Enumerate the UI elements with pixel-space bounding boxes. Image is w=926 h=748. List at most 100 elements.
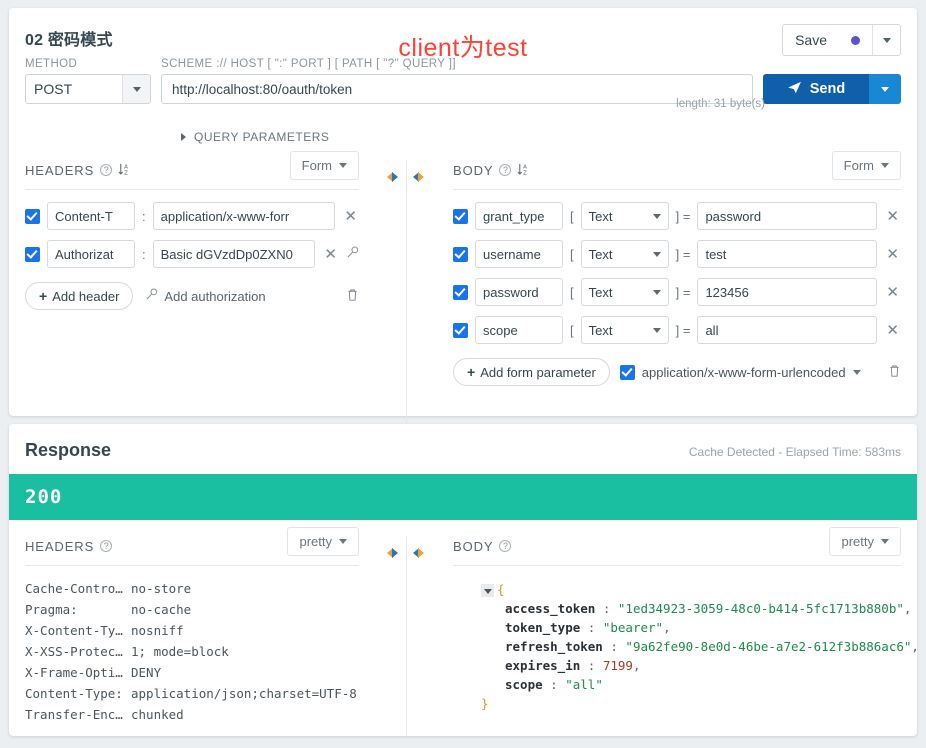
chevron-down-icon xyxy=(882,37,891,43)
delete-headers-icon[interactable] xyxy=(346,288,359,305)
save-button[interactable]: Save xyxy=(783,25,872,55)
send-dropdown-button[interactable] xyxy=(869,74,901,104)
body-value-input[interactable]: all xyxy=(697,316,878,344)
header-value-input[interactable]: application/x-www-forr xyxy=(152,202,336,230)
collapse-right-icon[interactable] xyxy=(413,170,425,184)
body-row-checkbox[interactable] xyxy=(453,284,468,300)
collapse-left-icon[interactable] xyxy=(387,170,399,184)
body-title: BODY xyxy=(453,162,494,178)
authorization-key-icon[interactable] xyxy=(346,246,359,262)
request-header: 02 密码模式 client为test Save xyxy=(9,8,917,62)
remove-body-param-icon[interactable]: ✕ xyxy=(884,283,901,301)
response-body-format-dropdown[interactable]: pretty xyxy=(829,527,901,556)
json-value: "bearer" xyxy=(602,620,664,635)
app-root: 02 密码模式 client为test Save METHOD POST SCH… xyxy=(0,8,926,748)
add-authorization-button[interactable]: Add authorization xyxy=(145,288,266,304)
mime-type-label: application/x-www-form-urlencoded xyxy=(641,364,846,380)
url-input[interactable]: http://localhost:80/oauth/token xyxy=(161,74,753,104)
table-row: password [ Text ] = 123456 ✕ xyxy=(453,278,901,306)
body-key-input[interactable]: username xyxy=(475,240,563,268)
mime-type-selector[interactable]: application/x-www-form-urlencoded xyxy=(619,364,861,380)
header-key-input[interactable]: Content-T xyxy=(47,202,135,230)
remove-body-param-icon[interactable]: ✕ xyxy=(884,321,901,339)
save-label: Save xyxy=(795,32,827,48)
collapse-left-icon[interactable] xyxy=(387,546,399,560)
table-row: username [ Text ] = test ✕ xyxy=(453,240,901,268)
json-comma: , xyxy=(911,639,917,654)
body-key-input[interactable]: scope xyxy=(475,316,563,344)
json-open-line: { xyxy=(471,580,901,599)
request-body-pane: BODY ? A Z Form grant_type [Text] = pa… xyxy=(437,151,917,386)
list-item: X-XSS-Protec… 1; mode=block xyxy=(25,643,359,660)
header-value-input[interactable]: Basic dGVzdDp0ZXN0 xyxy=(152,240,316,268)
help-icon[interactable]: ? xyxy=(100,164,113,176)
method-select[interactable]: POST xyxy=(25,74,151,104)
body-type-select[interactable]: Text xyxy=(580,240,669,268)
headers-title: HEADERS xyxy=(25,162,95,178)
header-separator: : xyxy=(142,208,146,224)
header-key-input[interactable]: Authorizat xyxy=(47,240,135,268)
header-row-checkbox[interactable] xyxy=(25,246,40,262)
pane-divider xyxy=(406,160,407,458)
delete-body-icon[interactable] xyxy=(888,364,901,381)
headers-format-dropdown[interactable]: Form xyxy=(289,151,359,180)
body-type-value: Text xyxy=(588,208,613,224)
remove-header-icon[interactable]: ✕ xyxy=(322,245,339,263)
add-form-parameter-button[interactable]: + Add form parameter xyxy=(453,358,610,386)
response-header-key: Cache-Contro… xyxy=(25,581,123,596)
help-icon[interactable]: ? xyxy=(499,164,512,176)
help-icon[interactable]: ? xyxy=(100,540,113,552)
body-row-checkbox[interactable] xyxy=(453,322,468,338)
json-close-brace: } xyxy=(481,696,489,711)
remove-header-icon[interactable]: ✕ xyxy=(342,207,359,225)
body-type-select[interactable]: Text xyxy=(580,202,669,230)
response-header-key: Transfer-Enc… xyxy=(25,707,123,722)
sort-az-icon[interactable]: A Z xyxy=(517,163,530,178)
help-icon[interactable]: ? xyxy=(499,540,512,552)
body-type-select[interactable]: Text xyxy=(580,278,669,306)
body-key-input[interactable]: password xyxy=(475,278,563,306)
table-row: Content-T : application/x-www-forr ✕ xyxy=(25,202,359,230)
json-value: "all" xyxy=(565,677,603,692)
table-row: Authorizat : Basic dGVzdDp0ZXN0 ✕ xyxy=(25,240,359,268)
save-status-dot-icon xyxy=(851,35,860,45)
remove-body-param-icon[interactable]: ✕ xyxy=(884,207,901,225)
body-type-value: Text xyxy=(588,322,613,338)
remove-body-param-icon[interactable]: ✕ xyxy=(884,245,901,263)
header-row-checkbox[interactable] xyxy=(25,208,40,224)
list-item: Pragma: no-cache xyxy=(25,601,359,618)
method-dropdown-arrow[interactable] xyxy=(122,75,150,103)
body-value-input[interactable]: test xyxy=(697,240,878,268)
mime-checkbox[interactable] xyxy=(619,364,635,380)
add-form-parameter-label: Add form parameter xyxy=(480,364,596,380)
sort-az-icon[interactable]: A Z xyxy=(118,163,131,178)
list-item: X-Frame-Opti… DENY xyxy=(25,664,359,681)
save-dropdown-button[interactable] xyxy=(872,25,900,55)
response-header-key: X-XSS-Protec… xyxy=(25,644,123,659)
body-key-input[interactable]: grant_type xyxy=(475,202,563,230)
query-parameters-toggle[interactable]: QUERY PARAMETERS xyxy=(9,130,917,144)
body-value-input[interactable]: password xyxy=(697,202,878,230)
save-button-group[interactable]: Save xyxy=(782,24,901,56)
send-button-group[interactable]: Send xyxy=(763,74,901,104)
body-row-checkbox[interactable] xyxy=(453,246,468,262)
collapse-right-icon[interactable] xyxy=(413,546,425,560)
json-colon: : xyxy=(580,620,603,635)
chevron-down-icon xyxy=(652,327,661,333)
response-headers-format-dropdown[interactable]: pretty xyxy=(287,527,359,556)
json-open-brace: { xyxy=(497,582,505,597)
key-icon xyxy=(145,288,158,304)
body-row-checkbox[interactable] xyxy=(453,208,468,224)
collapse-node-icon[interactable] xyxy=(481,584,494,597)
bracket-close-equals: ] = xyxy=(675,322,691,338)
send-button[interactable]: Send xyxy=(763,74,869,104)
json-entry: scope : "all" xyxy=(471,675,901,694)
response-meta: Cache Detected - Elapsed Time: 583ms xyxy=(688,445,901,459)
body-value-input[interactable]: 123456 xyxy=(697,278,878,306)
response-panel: Response Cache Detected - Elapsed Time: … xyxy=(9,424,917,736)
body-type-select[interactable]: Text xyxy=(580,316,669,344)
add-header-button[interactable]: + Add header xyxy=(25,282,134,310)
body-format-dropdown[interactable]: Form xyxy=(831,151,901,180)
request-title: 02 密码模式 xyxy=(25,32,113,49)
list-item: Content-Type: application/json;charset=U… xyxy=(25,685,359,702)
